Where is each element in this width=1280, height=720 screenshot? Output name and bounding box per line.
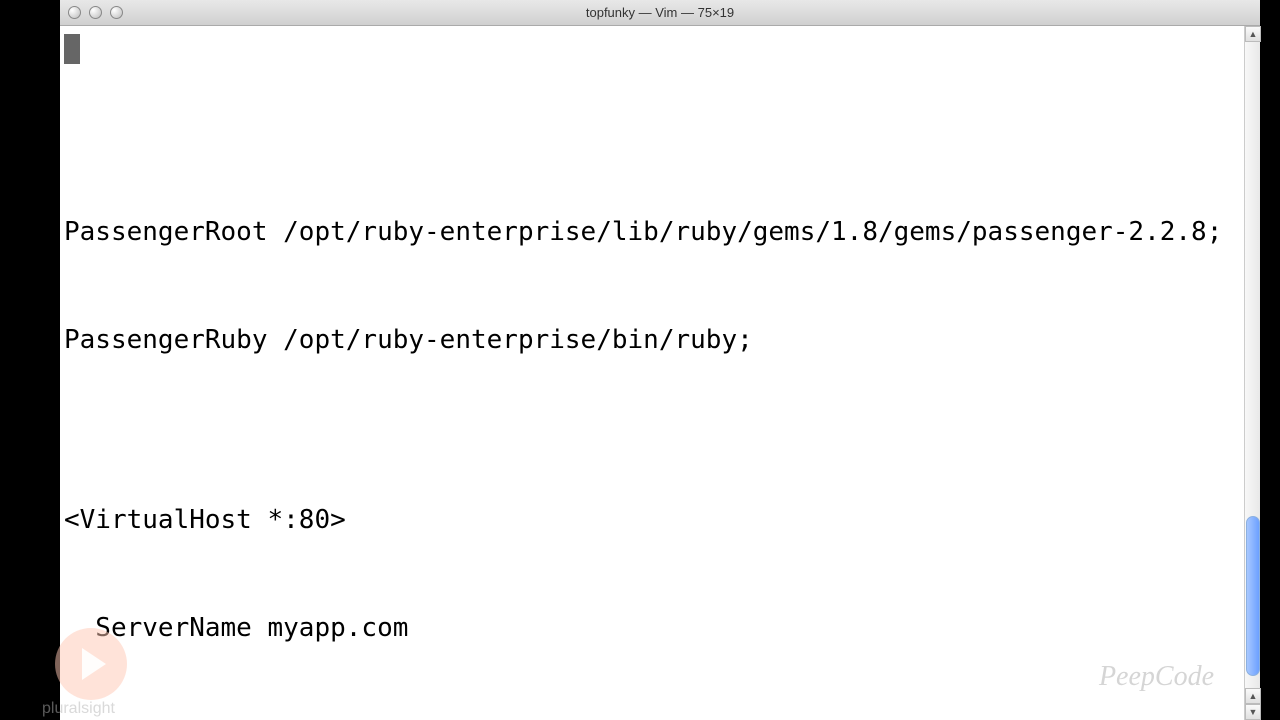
close-button[interactable] [68, 6, 81, 19]
brand-text: pluralsight [42, 700, 115, 718]
minimize-button[interactable] [89, 6, 102, 19]
titlebar: topfunky — Vim — 75×19 [60, 0, 1260, 26]
editor-line: PassengerRoot /opt/ruby-enterprise/lib/r… [64, 214, 1240, 250]
editor-line: ServerName myapp.com [64, 610, 1240, 646]
traffic-lights [68, 6, 123, 19]
scroll-down-arrow-icon[interactable]: ▼ [1245, 704, 1261, 720]
editor-line: PassengerRuby /opt/ruby-enterprise/bin/r… [64, 322, 1240, 358]
cursor [64, 34, 80, 64]
window-title: topfunky — Vim — 75×19 [586, 5, 734, 20]
scroll-up-arrow-icon[interactable]: ▲ [1245, 26, 1261, 42]
scroll-up-arrow-icon[interactable]: ▲ [1245, 688, 1261, 704]
content-area: PassengerRoot /opt/ruby-enterprise/lib/r… [60, 26, 1260, 720]
vertical-scrollbar[interactable]: ▲ ▲ ▼ [1244, 26, 1260, 720]
editor-line: <VirtualHost *:80> [64, 502, 1240, 538]
zoom-button[interactable] [110, 6, 123, 19]
terminal-window: topfunky — Vim — 75×19 PassengerRoot /op… [60, 0, 1260, 720]
scroll-thumb[interactable] [1246, 516, 1260, 676]
watermark-text: PeepCode [1099, 659, 1214, 695]
vim-editor[interactable]: PassengerRoot /opt/ruby-enterprise/lib/r… [60, 26, 1244, 720]
